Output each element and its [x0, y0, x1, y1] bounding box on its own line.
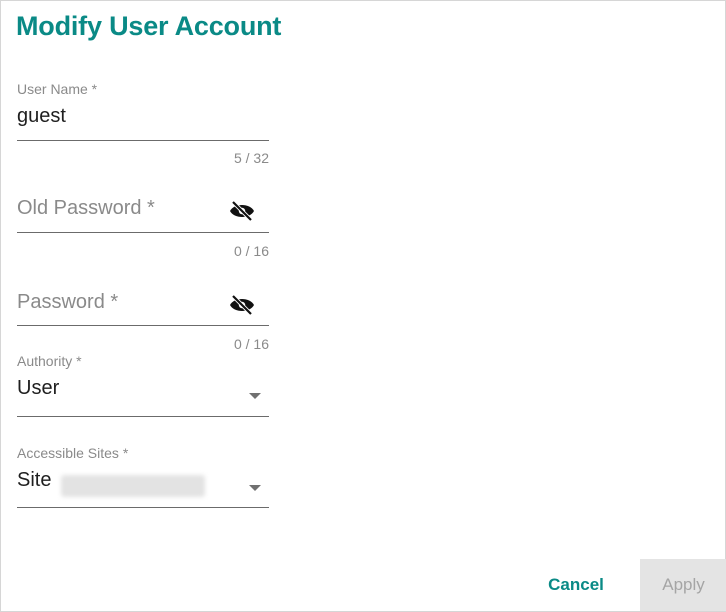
- accessible-sites-label: Accessible Sites *: [17, 445, 129, 461]
- apply-button[interactable]: Apply: [640, 559, 726, 611]
- dialog-title: Modify User Account: [16, 11, 282, 41]
- password-field[interactable]: Password * 0 / 16: [17, 291, 269, 361]
- redacted-site-name: [61, 475, 205, 497]
- accessible-sites-select[interactable]: Accessible Sites * Site: [17, 445, 269, 511]
- username-field[interactable]: User Name * guest 5 / 32: [17, 81, 269, 171]
- authority-select[interactable]: Authority * User: [17, 353, 269, 419]
- username-underline: [17, 140, 269, 141]
- authority-value[interactable]: User: [17, 377, 269, 400]
- eye-off-icon[interactable]: [229, 200, 255, 222]
- authority-underline: [17, 416, 269, 417]
- old-password-underline: [17, 232, 269, 233]
- caret-down-icon[interactable]: [249, 393, 261, 399]
- password-counter: 0 / 16: [233, 336, 269, 352]
- username-counter: 5 / 32: [233, 150, 269, 166]
- accessible-sites-underline: [17, 507, 269, 508]
- authority-label: Authority *: [17, 353, 82, 369]
- old-password-counter: 0 / 16: [233, 243, 269, 259]
- modify-user-dialog: Modify User Account User Name * guest 5 …: [0, 0, 726, 612]
- eye-off-icon[interactable]: [229, 294, 255, 316]
- cancel-button[interactable]: Cancel: [531, 567, 621, 603]
- caret-down-icon[interactable]: [249, 485, 261, 491]
- password-underline: [17, 325, 269, 326]
- old-password-field[interactable]: Old Password * 0 / 16: [17, 197, 269, 267]
- username-label: User Name *: [17, 81, 98, 97]
- username-input[interactable]: guest: [17, 105, 269, 128]
